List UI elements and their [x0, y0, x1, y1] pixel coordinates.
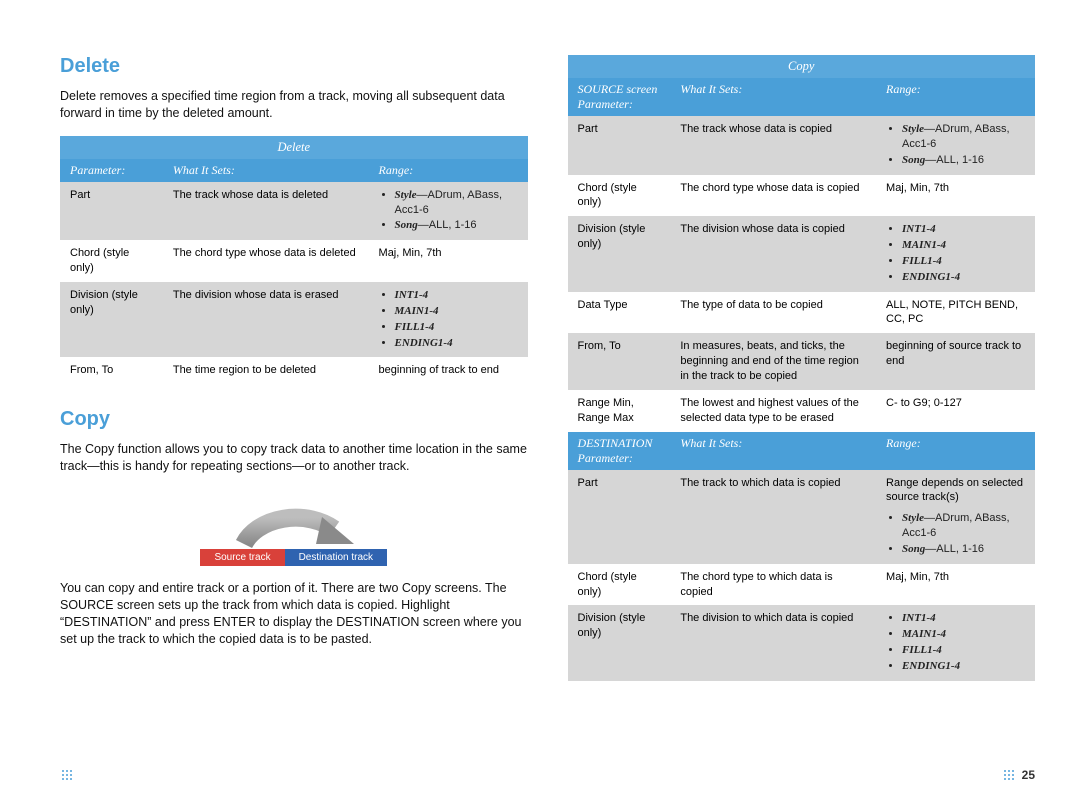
range-item: ENDING1-4 — [395, 336, 518, 351]
range-item: FILL1-4 — [902, 643, 1025, 658]
copy-intro-2: You can copy and entire track or a porti… — [60, 580, 528, 648]
source-track-label: Source track — [200, 549, 284, 566]
copy-heading: Copy — [60, 408, 528, 431]
range-item: MAIN1-4 — [902, 238, 1025, 253]
delete-hdr-range: Range: — [369, 159, 528, 182]
delete-table-title: Delete — [60, 136, 528, 159]
table-cell: Style—ADrum, ABass, Acc1-6 Song—ALL, 1-1… — [369, 182, 528, 241]
table-cell: Division (style only) — [60, 282, 163, 357]
table-cell: Range depends on selected source track(s… — [876, 470, 1035, 564]
range-tail: ALL, 1-16 — [429, 219, 477, 231]
footer-dots-right-icon — [1002, 768, 1016, 782]
copy-table-title: Copy — [568, 55, 1036, 78]
destination-track-label: Destination track — [285, 549, 387, 566]
range-item: INT1-4 — [395, 288, 518, 303]
range-item: ENDING1-4 — [902, 659, 1025, 674]
table-cell: INT1-4 MAIN1-4 FILL1-4 ENDING1-4 — [369, 282, 528, 357]
range-lead: Song— — [395, 219, 429, 231]
copy-diagram: Source track Destination track — [60, 489, 528, 566]
table-cell: The lowest and highest values of the sel… — [670, 390, 876, 432]
table-cell: The division whose data is erased — [163, 282, 369, 357]
delete-table: Delete Parameter: What It Sets: Range: P… — [60, 136, 528, 384]
table-cell: INT1-4 MAIN1-4 FILL1-4 ENDING1-4 — [876, 605, 1035, 680]
table-cell: From, To — [568, 333, 671, 390]
table-cell: The type of data to be copied — [670, 292, 876, 334]
table-cell: Part — [568, 116, 671, 175]
page-number: 25 — [1022, 768, 1035, 782]
copy-dst-hdr-what: What It Sets: — [670, 432, 876, 470]
table-cell: The chord type whose data is deleted — [163, 240, 369, 282]
table-cell: Chord (style only) — [568, 175, 671, 217]
table-cell: Maj, Min, 7th — [876, 564, 1035, 606]
table-cell: In measures, beats, and ticks, the begin… — [670, 333, 876, 390]
table-cell: Data Type — [568, 292, 671, 334]
table-cell: Division (style only) — [568, 216, 671, 291]
table-cell: ALL, NOTE, PITCH BEND, CC, PC — [876, 292, 1035, 334]
copy-table: Copy SOURCE screen Parameter: What It Se… — [568, 55, 1036, 681]
range-lead: Style— — [902, 512, 935, 524]
range-lead: Style— — [902, 123, 935, 135]
table-cell: The track to which data is copied — [670, 470, 876, 564]
table-cell: Part — [568, 470, 671, 564]
right-column: Copy SOURCE screen Parameter: What It Se… — [568, 55, 1036, 705]
range-item: FILL1-4 — [902, 254, 1025, 269]
page-footer: 25 — [60, 768, 1035, 782]
table-cell: From, To — [60, 357, 163, 384]
table-cell: The chord type to which data is copied — [670, 564, 876, 606]
table-cell: Maj, Min, 7th — [876, 175, 1035, 217]
table-cell: beginning of source track to end — [876, 333, 1035, 390]
range-tail: ALL, 1-16 — [936, 543, 984, 555]
range-item: INT1-4 — [902, 611, 1025, 626]
table-cell: The division whose data is copied — [670, 216, 876, 291]
table-cell: The time region to be deleted — [163, 357, 369, 384]
range-pre: Range depends on selected source track(s… — [886, 476, 1025, 506]
delete-hdr-param: Parameter: — [60, 159, 163, 182]
table-cell: The chord type whose data is copied — [670, 175, 876, 217]
range-tail: ALL, 1-16 — [936, 154, 984, 166]
table-cell: The track whose data is copied — [670, 116, 876, 175]
copy-dst-hdr-param: DESTINATION Parameter: — [568, 432, 671, 470]
arrow-icon — [204, 489, 384, 549]
table-cell: Part — [60, 182, 163, 241]
table-cell: The division to which data is copied — [670, 605, 876, 680]
copy-intro-1: The Copy function allows you to copy tra… — [60, 441, 528, 475]
table-cell: Style—ADrum, ABass, Acc1-6 Song—ALL, 1-1… — [876, 116, 1035, 175]
range-item: MAIN1-4 — [395, 304, 518, 319]
copy-dst-hdr-range: Range: — [876, 432, 1035, 470]
table-cell: Maj, Min, 7th — [369, 240, 528, 282]
table-cell: Chord (style only) — [568, 564, 671, 606]
range-lead: Style— — [395, 189, 428, 201]
range-item: MAIN1-4 — [902, 627, 1025, 642]
copy-src-hdr-range: Range: — [876, 78, 1035, 116]
range-lead: Song— — [902, 154, 936, 166]
table-cell: The track whose data is deleted — [163, 182, 369, 241]
table-cell: C- to G9; 0-127 — [876, 390, 1035, 432]
left-column: Delete Delete removes a specified time r… — [60, 55, 528, 705]
delete-hdr-what: What It Sets: — [163, 159, 369, 182]
table-cell: Range Min, Range Max — [568, 390, 671, 432]
table-cell: INT1-4 MAIN1-4 FILL1-4 ENDING1-4 — [876, 216, 1035, 291]
table-cell: beginning of track to end — [369, 357, 528, 384]
range-item: INT1-4 — [902, 222, 1025, 237]
range-item: FILL1-4 — [395, 320, 518, 335]
delete-heading: Delete — [60, 55, 528, 78]
copy-src-hdr-what: What It Sets: — [670, 78, 876, 116]
range-lead: Song— — [902, 543, 936, 555]
delete-intro: Delete removes a specified time region f… — [60, 88, 528, 122]
footer-dots-left-icon — [60, 768, 74, 782]
copy-src-hdr-param: SOURCE screen Parameter: — [568, 78, 671, 116]
table-cell: Chord (style only) — [60, 240, 163, 282]
range-item: ENDING1-4 — [902, 270, 1025, 285]
table-cell: Division (style only) — [568, 605, 671, 680]
